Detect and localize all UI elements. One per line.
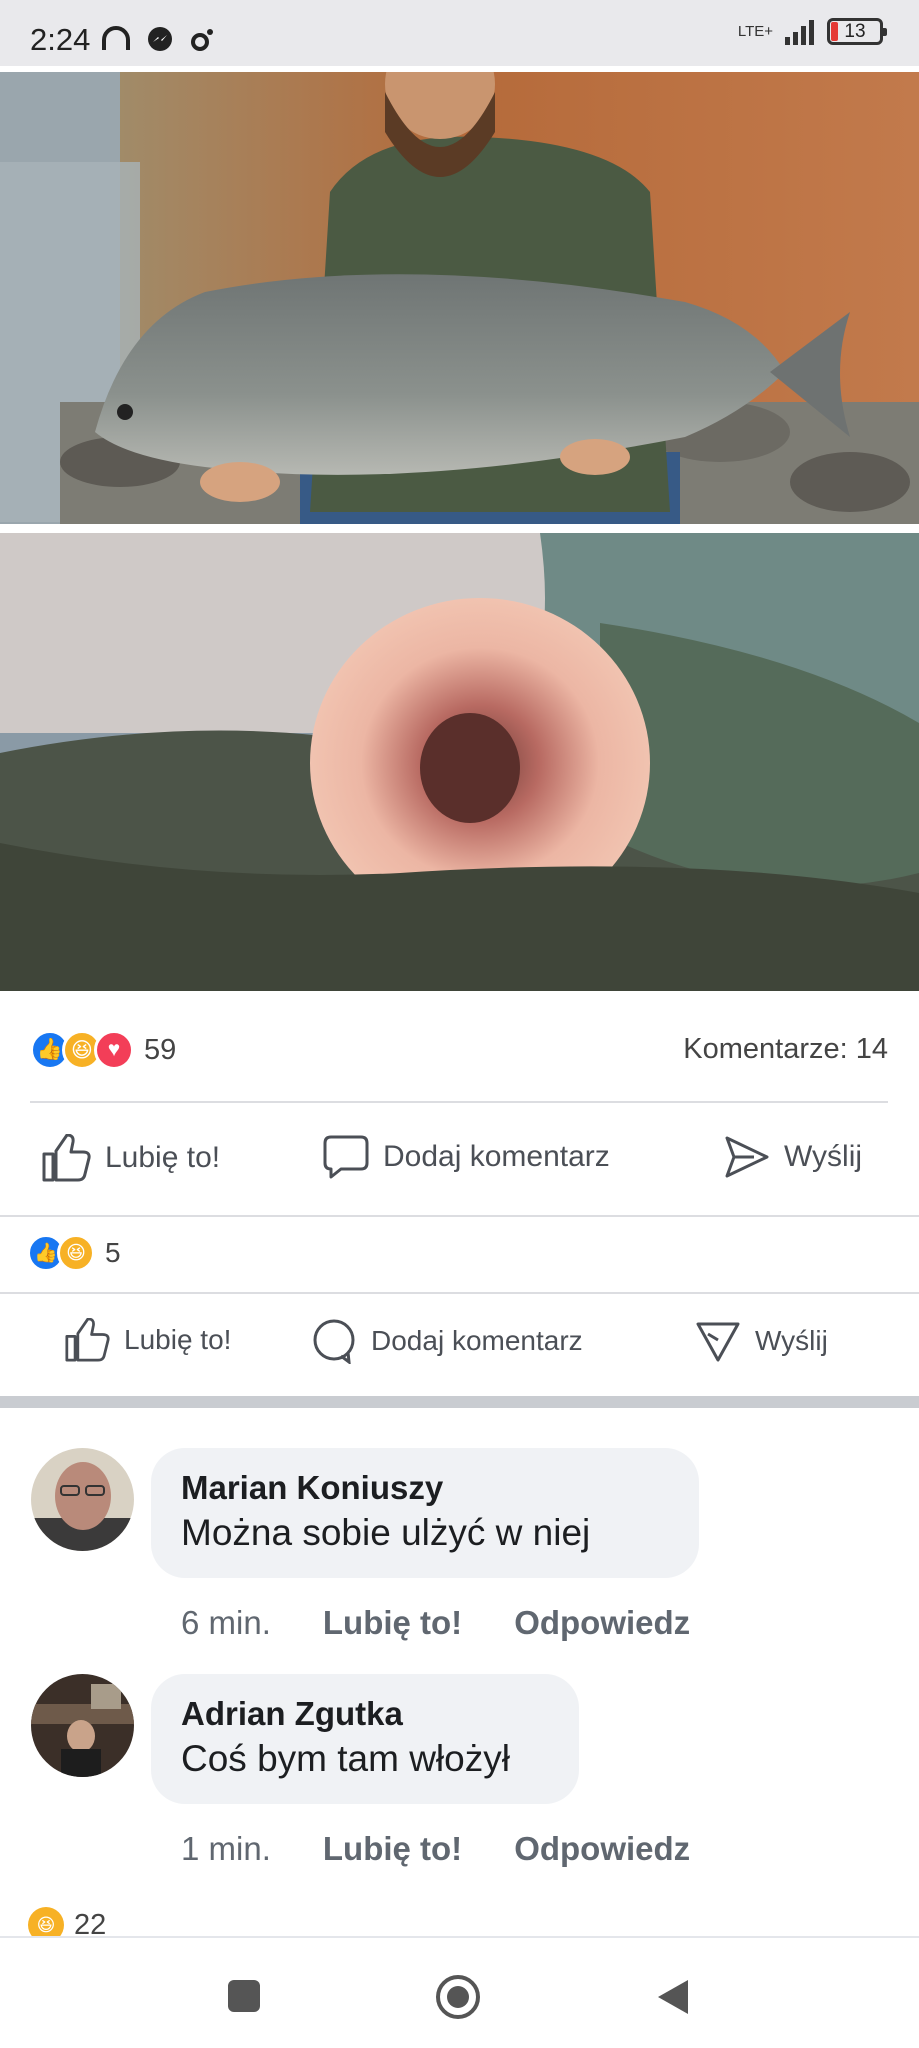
send-label: Wyślij [784,1140,863,1173]
haha-reaction-icon: 😆 [57,1234,95,1272]
signal-icon [785,19,814,45]
comment-button[interactable]: Dodaj komentarz [323,1134,610,1180]
divider [0,1215,919,1217]
comment-text: Coś bym tam włożył [181,1738,510,1779]
post-photo-fish[interactable] [0,72,919,524]
like-label: Lubię to! [124,1324,232,1355]
android-nav-bar [0,1936,919,2048]
comment-like-link[interactable]: Lubię to! [323,1830,462,1868]
love-reaction-icon: ♥ [94,1030,134,1070]
reaction-count: 59 [144,1033,177,1066]
comment-reply-link[interactable]: Odpowiedz [514,1604,690,1642]
back-nav-icon[interactable] [656,1978,690,2016]
post-photo-mouth[interactable] [0,533,919,991]
home-nav-icon[interactable] [435,1974,481,2020]
comment-author[interactable]: Adrian Zgutka [181,1694,549,1734]
send-button[interactable]: Wyślij [724,1134,862,1180]
comment-time: 6 min. [181,1604,271,1641]
comment-author[interactable]: Marian Koniuszy [181,1468,669,1508]
messenger-icon [148,27,172,51]
divider [30,1101,888,1103]
comment-label: Dodaj komentarz [371,1325,583,1356]
like-button[interactable]: Lubię to! [41,1134,220,1182]
like-label: Lubię to! [105,1141,221,1174]
comment-text: Można sobie ulżyć w niej [181,1512,591,1553]
comment-bubble[interactable]: Adrian Zgutka Coś bym tam włożył [151,1674,579,1804]
send-icon [725,1136,769,1178]
status-time: 2:24 [30,22,91,57]
send-label: Wyślij [755,1325,828,1356]
comment-reply-link[interactable]: Odpowiedz [514,1830,690,1868]
inner-post-reactions[interactable]: 👍 😆 5 [27,1234,121,1272]
comment-icon [323,1135,369,1179]
like-button[interactable]: Lubię to! [64,1318,231,1362]
battery-indicator: 13 [827,18,887,45]
avatar[interactable] [31,1448,134,1551]
comment-icon [313,1319,355,1364]
send-icon [696,1322,740,1362]
comment-bubble[interactable]: Marian Koniuszy Można sobie ulżyć w niej [151,1448,699,1578]
comment-time: 1 min. [181,1830,271,1867]
comment-like-link[interactable]: Lubię to! [323,1604,462,1642]
like-icon [65,1318,110,1362]
comment-meta: 1 min. Lubię to! Odpowiedz [181,1830,690,1868]
settings-icon [191,29,213,51]
avatar[interactable] [31,1674,134,1777]
divider [0,1292,919,1294]
status-bar: 2:24 LTE+ 13 [0,0,919,66]
comment-meta: 6 min. Lubię to! Odpowiedz [181,1604,690,1642]
network-type: LTE+ [737,23,773,40]
reaction-count: 5 [105,1237,121,1268]
comments-count-link[interactable]: Komentarze: 14 [683,1033,888,1066]
square-nav-icon[interactable] [226,1978,262,2014]
headphones-icon [102,26,130,50]
section-separator [0,1396,919,1408]
comment-button[interactable]: Dodaj komentarz [311,1318,583,1364]
send-button[interactable]: Wyślij [695,1318,828,1364]
like-icon [42,1134,91,1182]
post-reactions[interactable]: 👍 😆 ♥ 59 [30,1030,176,1070]
comment-label: Dodaj komentarz [383,1140,610,1173]
